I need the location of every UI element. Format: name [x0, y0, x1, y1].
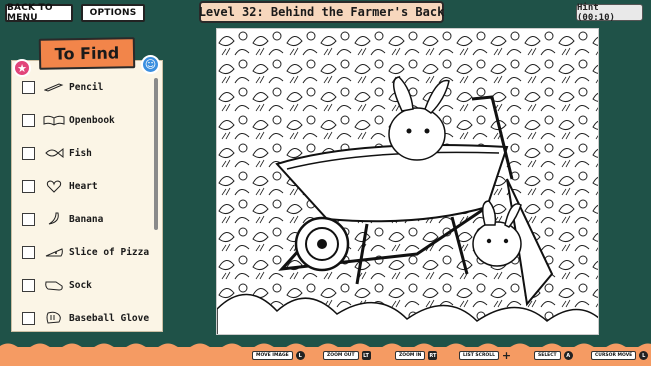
scene-illustration[interactable] — [217, 29, 599, 335]
checkbox[interactable] — [22, 80, 35, 94]
hidden-object-scene[interactable] — [216, 28, 599, 335]
pencil-icon — [43, 80, 65, 94]
control-zoom-in: ZOOM IN RT — [395, 351, 438, 360]
dpad-icon: + — [501, 349, 512, 362]
banana-icon — [43, 212, 65, 226]
item-label: Banana — [69, 213, 104, 225]
left-stick-icon: L — [295, 351, 305, 360]
checkbox[interactable] — [22, 146, 35, 160]
checkbox[interactable] — [22, 179, 35, 193]
control-zoom-out: ZOOM OUT LT — [323, 351, 371, 360]
list-scrollbar[interactable] — [154, 78, 158, 230]
control-label: SELECT — [534, 351, 561, 360]
control-move-image: MOVE IMAGE L — [252, 351, 305, 360]
control-label: MOVE IMAGE — [252, 351, 293, 360]
list-item-pencil[interactable]: Pencil — [22, 72, 147, 102]
control-label: CURSOR MOVE — [591, 351, 637, 360]
checkbox[interactable] — [22, 113, 35, 127]
baseball-glove-icon — [43, 311, 65, 325]
control-cursor-move: CURSOR MOVE L — [591, 351, 649, 360]
item-label: Pencil — [69, 81, 104, 93]
list-item-banana[interactable]: Banana — [22, 204, 147, 234]
item-label: Sock — [69, 279, 92, 291]
to-find-title: To Find — [38, 37, 136, 70]
control-label: ZOOM OUT — [323, 351, 359, 360]
sock-icon — [43, 278, 65, 292]
checkbox[interactable] — [22, 245, 35, 259]
list-item-heart[interactable]: Heart — [22, 171, 147, 201]
a-button-icon: A — [563, 351, 573, 360]
left-stick-icon: L — [639, 351, 649, 360]
checkbox[interactable] — [22, 278, 35, 292]
item-label: Openbook — [69, 114, 115, 126]
control-list-scroll: LIST SCROLL + — [459, 349, 512, 362]
item-label: Fish — [69, 147, 92, 159]
lt-trigger-icon: LT — [361, 351, 371, 360]
list-item-sock[interactable]: Sock — [22, 270, 147, 300]
item-label: Heart — [69, 180, 98, 192]
control-label: LIST SCROLL — [459, 351, 499, 360]
list-item-openbook[interactable]: Openbook — [22, 105, 147, 135]
list-item-baseball-glove[interactable]: Baseball Glove — [22, 303, 150, 333]
open-book-icon — [43, 113, 65, 127]
pizza-slice-icon — [43, 245, 65, 259]
level-title: Level 32: Behind the Farmer's Back — [199, 1, 444, 23]
heart-icon — [43, 179, 65, 193]
checkbox[interactable] — [22, 311, 35, 325]
back-to-menu-button[interactable]: BACK TO MENU — [5, 3, 73, 23]
checkbox[interactable] — [22, 212, 35, 226]
options-button[interactable]: OPTIONS — [81, 4, 145, 22]
list-item-slice-of-pizza[interactable]: Slice of Pizza — [22, 237, 150, 267]
control-select: SELECT A — [534, 351, 573, 360]
item-label: Slice of Pizza — [69, 246, 150, 258]
hint-button[interactable]: Hint (00:10) — [576, 3, 643, 23]
fish-icon — [43, 146, 65, 160]
rt-trigger-icon: RT — [428, 351, 438, 360]
control-label: ZOOM IN — [395, 351, 426, 360]
list-item-fish[interactable]: Fish — [22, 138, 147, 168]
item-label: Baseball Glove — [69, 312, 150, 324]
